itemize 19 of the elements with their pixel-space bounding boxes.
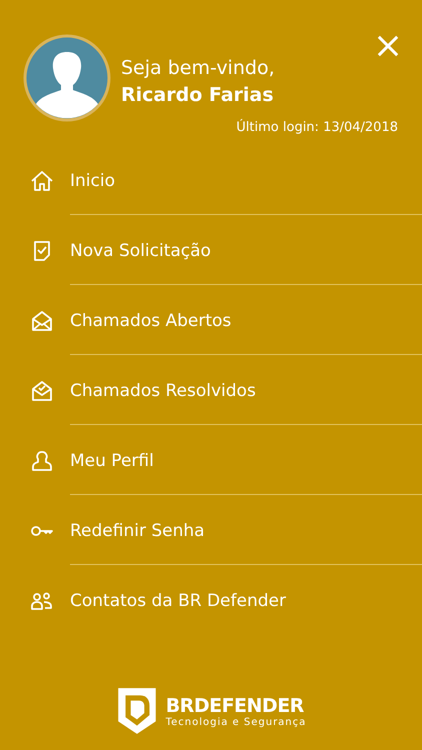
- envelope-check-icon: [30, 379, 54, 403]
- menu-item[interactable]: Chamados Resolvidos: [70, 381, 256, 401]
- last-login-text: Último login: 13/04/2018: [236, 120, 398, 137]
- menu-item[interactable]: Inicio: [70, 171, 115, 191]
- avatar-icon: [23, 34, 111, 122]
- close-button[interactable]: [376, 34, 400, 58]
- shield-logo-icon: [116, 686, 158, 736]
- user-name: Ricardo Farias: [121, 83, 275, 108]
- greeting-text: Seja bem-vindo,: [121, 56, 275, 81]
- envelope-icon: [30, 309, 54, 333]
- menu-item[interactable]: Nova Solicitação: [70, 241, 211, 261]
- menu-item[interactable]: Redefinir Senha: [70, 521, 205, 541]
- brand-name: BRDEFENDER: [166, 694, 305, 716]
- menu-item[interactable]: Contatos da BR Defender: [70, 591, 286, 611]
- brand-tagline: Tecnologia e Segurança: [166, 716, 306, 728]
- menu-item[interactable]: Chamados Abertos: [70, 311, 232, 331]
- user-icon: [30, 449, 54, 473]
- home-icon: [30, 169, 54, 193]
- menu-item[interactable]: Meu Perfil: [70, 451, 154, 471]
